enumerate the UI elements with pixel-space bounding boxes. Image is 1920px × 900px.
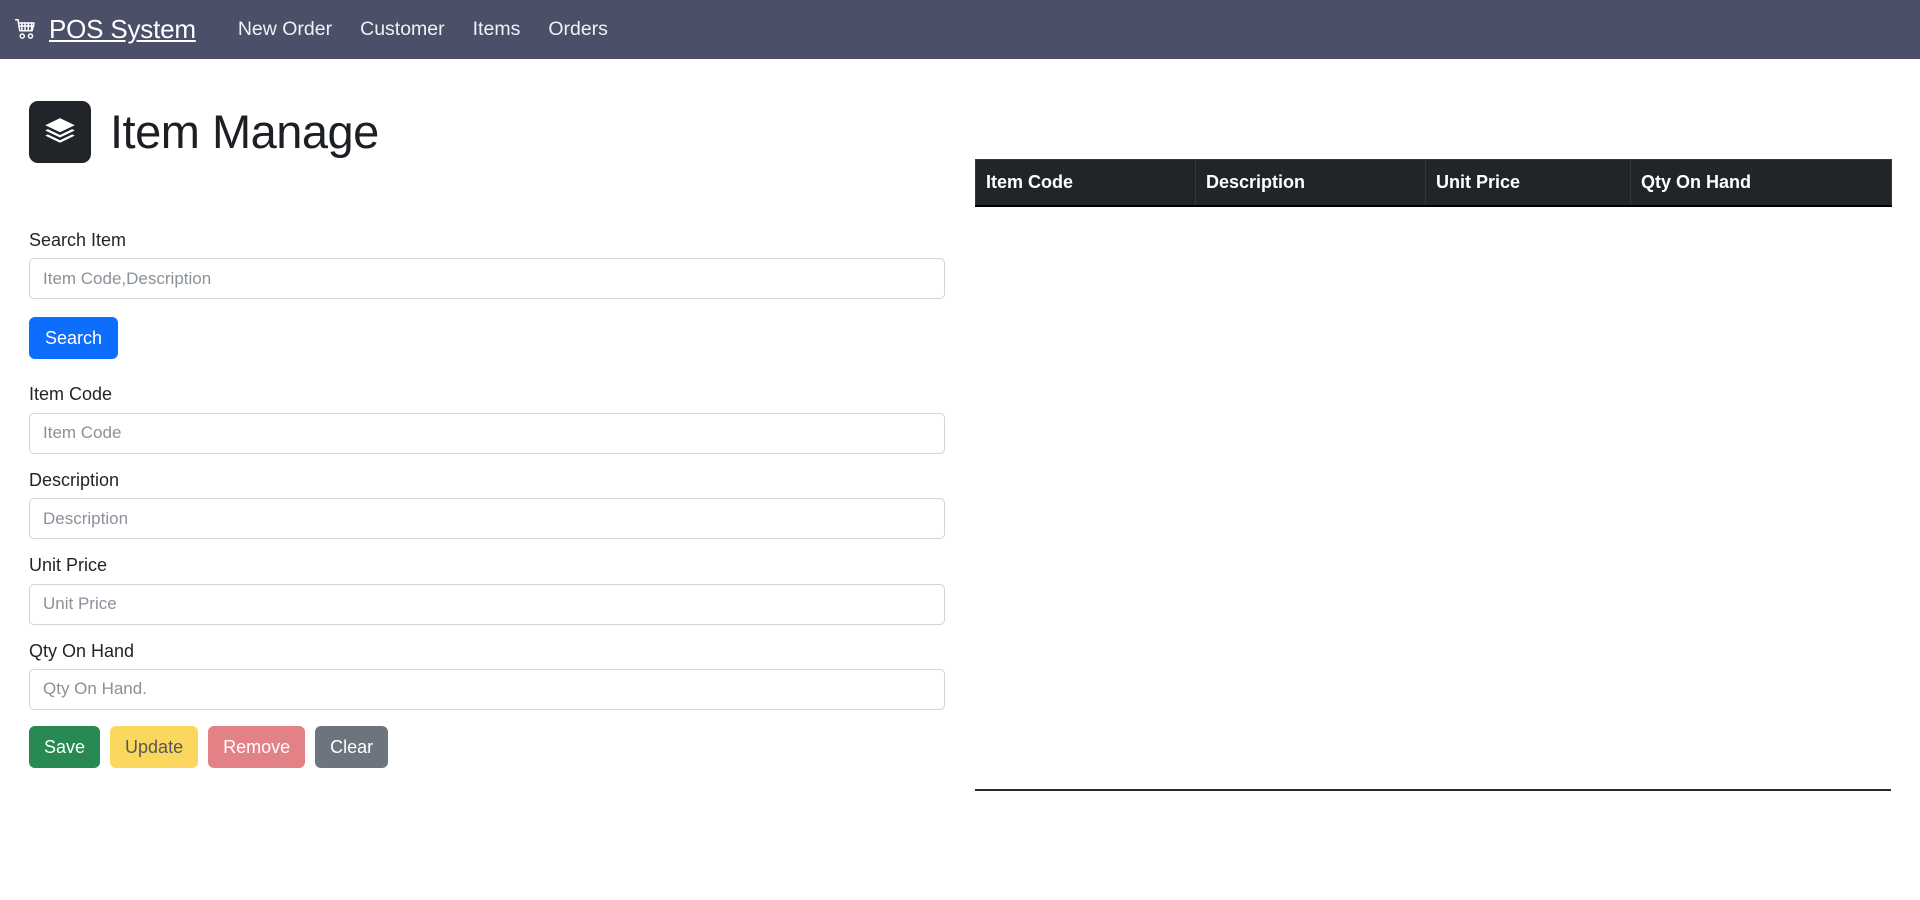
section-divider (975, 789, 1891, 791)
qty-on-hand-label: Qty On Hand (29, 640, 135, 661)
column-header-item-code[interactable]: Item Code (975, 159, 1196, 207)
page-content: Item Manage Search Item Search Item Code… (0, 59, 1920, 900)
items-table-container: Item Code Description Unit Price Qty On … (975, 159, 1892, 207)
form-action-buttons: Save Update Remove Clear (29, 725, 945, 768)
nav-link-orders[interactable]: Orders (534, 19, 622, 40)
search-item-label: Search Item (29, 230, 127, 250)
items-table: Item Code Description Unit Price Qty On … (975, 159, 1892, 207)
page-title: Item Manage (110, 105, 379, 159)
clear-button[interactable]: Clear (315, 725, 389, 768)
unit-price-input[interactable] (29, 583, 945, 625)
column-header-unit-price[interactable]: Unit Price (1425, 159, 1631, 207)
item-form: Search Item Search Item Code Description… (29, 229, 945, 768)
column-header-qty-on-hand[interactable]: Qty On Hand (1630, 159, 1892, 207)
search-input[interactable] (29, 258, 945, 300)
shopping-cart-icon (14, 17, 40, 43)
navbar-links: New Order Customer Items Orders (224, 19, 622, 40)
nav-link-customer[interactable]: Customer (346, 19, 459, 40)
nav-link-new-order[interactable]: New Order (224, 19, 346, 40)
top-navbar: POS System New Order Customer Items Orde… (0, 0, 1920, 59)
item-code-input[interactable] (29, 412, 945, 454)
qty-on-hand-input[interactable] (29, 668, 945, 710)
unit-price-label: Unit Price (29, 555, 108, 576)
save-button[interactable]: Save (29, 725, 101, 768)
description-input[interactable] (29, 498, 945, 540)
update-button[interactable]: Update (110, 725, 199, 768)
page-header: Item Manage (29, 77, 379, 187)
item-code-label: Item Code (29, 384, 113, 405)
nav-link-items[interactable]: Items (459, 19, 535, 40)
brand-label: POS System (49, 14, 196, 44)
column-header-description[interactable]: Description (1195, 159, 1426, 207)
layers-stack-icon (29, 100, 91, 163)
items-table-head: Item Code Description Unit Price Qty On … (975, 159, 1892, 207)
table-header-row: Item Code Description Unit Price Qty On … (975, 159, 1892, 207)
brand-logo[interactable]: POS System (14, 14, 196, 45)
description-label: Description (29, 469, 120, 490)
search-button[interactable]: Search (29, 317, 119, 360)
remove-button[interactable]: Remove (208, 725, 306, 768)
